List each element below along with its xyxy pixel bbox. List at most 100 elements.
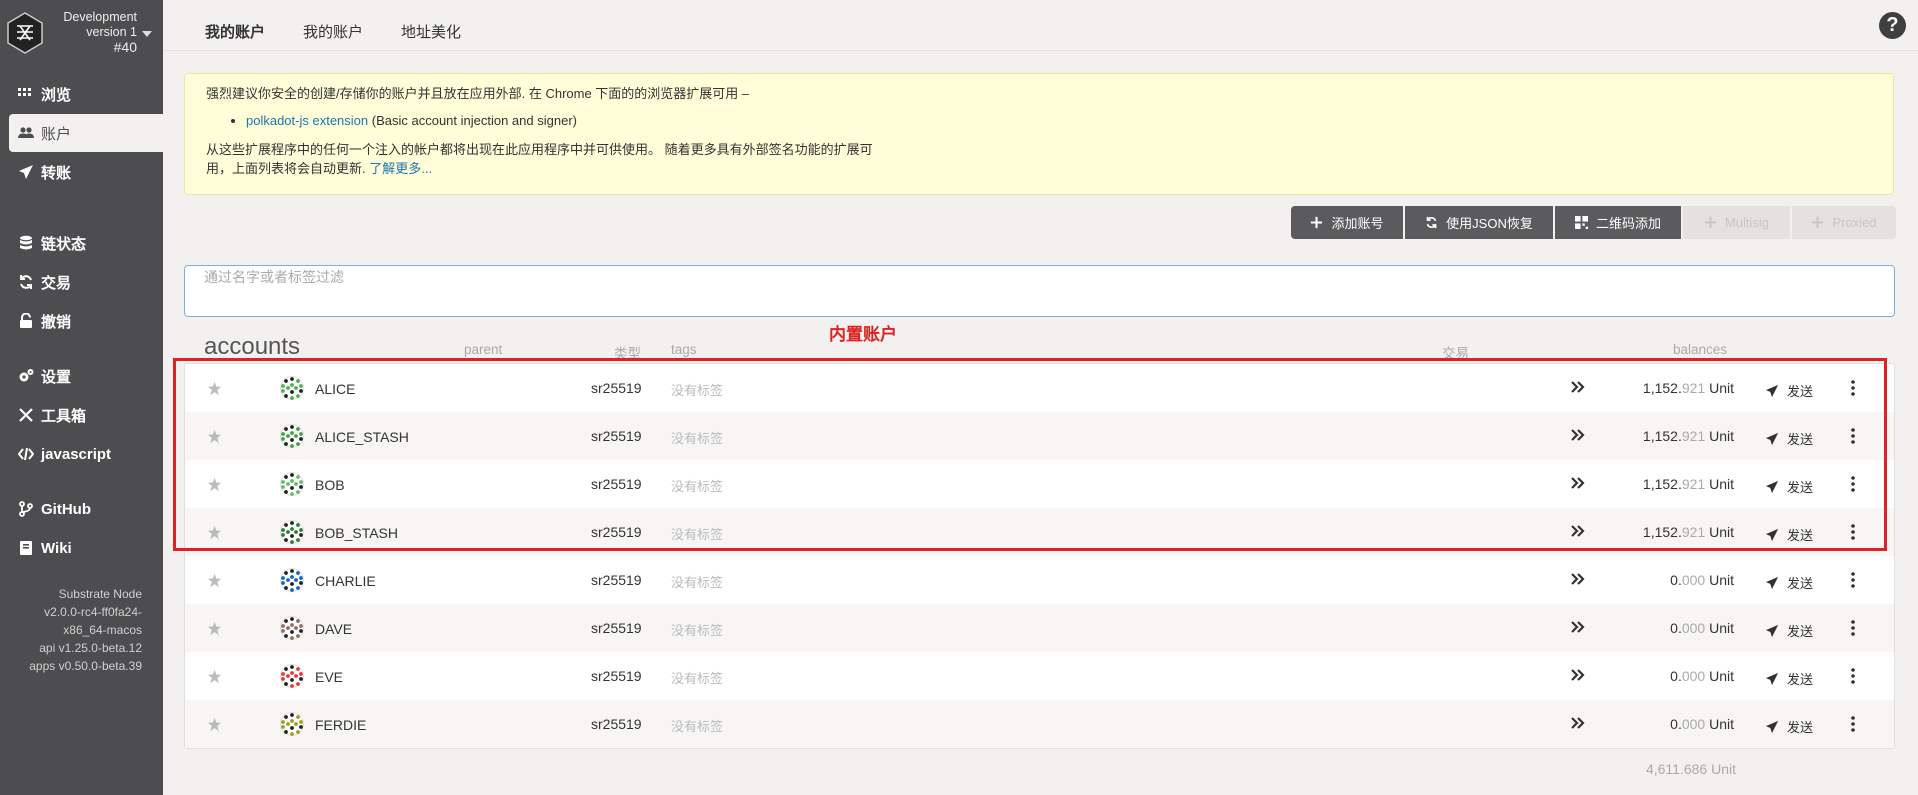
sidebar-item-toolbox[interactable]: 工具箱: [9, 396, 163, 434]
chain-name: Development: [63, 10, 137, 24]
add-account-button[interactable]: 添加账号: [1291, 206, 1403, 239]
star-icon[interactable]: [207, 477, 222, 492]
more-vertical-icon[interactable]: [1850, 571, 1856, 589]
star-icon[interactable]: [207, 669, 222, 684]
notice-line2a: 从这些扩展程序中的任何一个注入的帐户都将出现在此应用程序中并可供使用。 随着更多…: [206, 142, 873, 157]
chevron-double-right-icon[interactable]: [1569, 523, 1585, 539]
multisig-button[interactable]: Multisig: [1683, 206, 1790, 239]
sidebar-item-javascript[interactable]: javascript: [9, 435, 163, 473]
filter-box: [184, 265, 1895, 317]
table-row: ALICE_STASH sr25519 没有标签 1,152.921 Unit …: [185, 412, 1894, 460]
send-button[interactable]: 发送: [1765, 525, 1813, 544]
send-button[interactable]: 发送: [1765, 669, 1813, 688]
send-button[interactable]: 发送: [1765, 429, 1813, 448]
star-icon[interactable]: [207, 525, 222, 540]
sidebar-item-explorer[interactable]: 浏览: [9, 75, 163, 113]
version-line: apps v0.50.0-beta.39: [29, 659, 142, 673]
account-tags: 没有标签: [671, 431, 724, 446]
restore-json-button[interactable]: 使用JSON恢复: [1405, 206, 1553, 239]
account-tags: 没有标签: [671, 383, 724, 398]
send-icon: [1765, 624, 1779, 637]
sidebar-item-github[interactable]: GitHub: [9, 490, 163, 528]
account-type: sr25519: [591, 620, 642, 636]
sidebar-item-settings[interactable]: 设置: [9, 357, 163, 395]
proxied-button[interactable]: Proxied: [1792, 206, 1896, 239]
header-type: 类型: [614, 346, 641, 361]
send-button[interactable]: 发送: [1765, 573, 1813, 592]
tab-my-accounts[interactable]: 我的账户: [205, 21, 265, 42]
chevron-double-right-icon[interactable]: [1569, 715, 1585, 731]
star-icon[interactable]: [207, 429, 222, 444]
chevron-double-right-icon[interactable]: [1569, 571, 1585, 587]
balance-unit: Unit: [1705, 380, 1734, 396]
identicon-icon[interactable]: [280, 664, 304, 688]
sidebar-item-wiki[interactable]: Wiki: [9, 529, 163, 567]
more-vertical-icon[interactable]: [1850, 523, 1856, 541]
chevron-double-right-icon[interactable]: [1569, 379, 1585, 395]
learn-more-link[interactable]: 了解更多...: [369, 161, 432, 176]
more-vertical-icon[interactable]: [1850, 475, 1856, 493]
chevron-double-right-icon[interactable]: [1569, 427, 1585, 443]
star-icon[interactable]: [207, 381, 222, 396]
caret-down-icon[interactable]: [142, 31, 152, 37]
help-icon[interactable]: ?: [1879, 12, 1906, 39]
chain-selector[interactable]: Development version 1 #40: [0, 0, 163, 68]
extension-link[interactable]: polkadot-js extension: [246, 113, 368, 128]
version-line: x86_64-macos: [63, 623, 142, 637]
send-button[interactable]: 发送: [1765, 381, 1813, 400]
filter-input[interactable]: [204, 267, 1875, 285]
extension-notice: 强烈建议你安全的创建/存储你的账户并且放在应用外部. 在 Chrome 下面的的…: [184, 73, 1894, 195]
identicon-icon[interactable]: [280, 520, 304, 544]
send-icon: [1765, 480, 1779, 493]
more-vertical-icon[interactable]: [1850, 427, 1856, 445]
more-vertical-icon[interactable]: [1850, 619, 1856, 637]
book-icon: [20, 541, 32, 555]
plus-icon: [1812, 216, 1824, 229]
version-line: Substrate Node: [58, 587, 142, 601]
star-icon[interactable]: [207, 717, 222, 732]
identicon-icon[interactable]: [280, 424, 304, 448]
qr-add-button[interactable]: 二维码添加: [1555, 206, 1681, 239]
chevron-double-right-icon[interactable]: [1569, 619, 1585, 635]
sidebar-item-accounts[interactable]: 账户: [9, 114, 163, 152]
sidebar-item-transfer[interactable]: 转账: [9, 153, 163, 191]
qr-add-label: 二维码添加: [1595, 216, 1661, 231]
account-type: sr25519: [591, 572, 642, 588]
chevron-double-right-icon[interactable]: [1569, 667, 1585, 683]
send-icon: [1765, 576, 1779, 589]
identicon-icon[interactable]: [280, 472, 304, 496]
more-vertical-icon[interactable]: [1850, 715, 1856, 733]
tab-my-accounts-2[interactable]: 我的账户: [303, 21, 363, 42]
chain-number: #40: [113, 39, 137, 55]
send-button[interactable]: 发送: [1765, 477, 1813, 496]
identicon-icon[interactable]: [280, 568, 304, 592]
unlock-icon: [20, 313, 32, 328]
account-tags: 没有标签: [671, 575, 724, 590]
sidebar-item-extrinsics[interactable]: 交易: [9, 263, 163, 301]
more-vertical-icon[interactable]: [1850, 667, 1856, 685]
top-tabs-bar: 我的账户 我的账户 地址美化 ?: [163, 0, 1918, 51]
identicon-icon[interactable]: [280, 376, 304, 400]
star-icon[interactable]: [207, 621, 222, 636]
sidebar-item-sudo[interactable]: 撤销: [9, 302, 163, 340]
table-row: BOB sr25519 没有标签 1,152.921 Unit 发送: [185, 460, 1894, 508]
plus-icon: [1704, 216, 1717, 229]
builtin-accounts-annotation: 内置账户: [829, 325, 897, 344]
sidebar-item-label: 撤销: [41, 313, 72, 331]
send-button[interactable]: 发送: [1765, 717, 1813, 736]
more-vertical-icon[interactable]: [1850, 379, 1856, 397]
table-row: BOB_STASH sr25519 没有标签 1,152.921 Unit 发送: [185, 508, 1894, 556]
balance-unit: Unit: [1705, 476, 1734, 492]
star-icon[interactable]: [207, 573, 222, 588]
sidebar-item-label: Wiki: [41, 539, 72, 557]
header-parent: parent: [464, 342, 503, 357]
send-label: 发送: [1787, 480, 1814, 495]
identicon-icon[interactable]: [280, 616, 304, 640]
balance-integer: 0.: [1670, 716, 1682, 732]
chevron-double-right-icon[interactable]: [1569, 475, 1585, 491]
identicon-icon[interactable]: [280, 712, 304, 736]
tab-vanity-address[interactable]: 地址美化: [401, 21, 461, 42]
sidebar-item-label: 工具箱: [41, 407, 87, 425]
sidebar-item-chainstate[interactable]: 链状态: [9, 224, 163, 262]
send-button[interactable]: 发送: [1765, 621, 1813, 640]
